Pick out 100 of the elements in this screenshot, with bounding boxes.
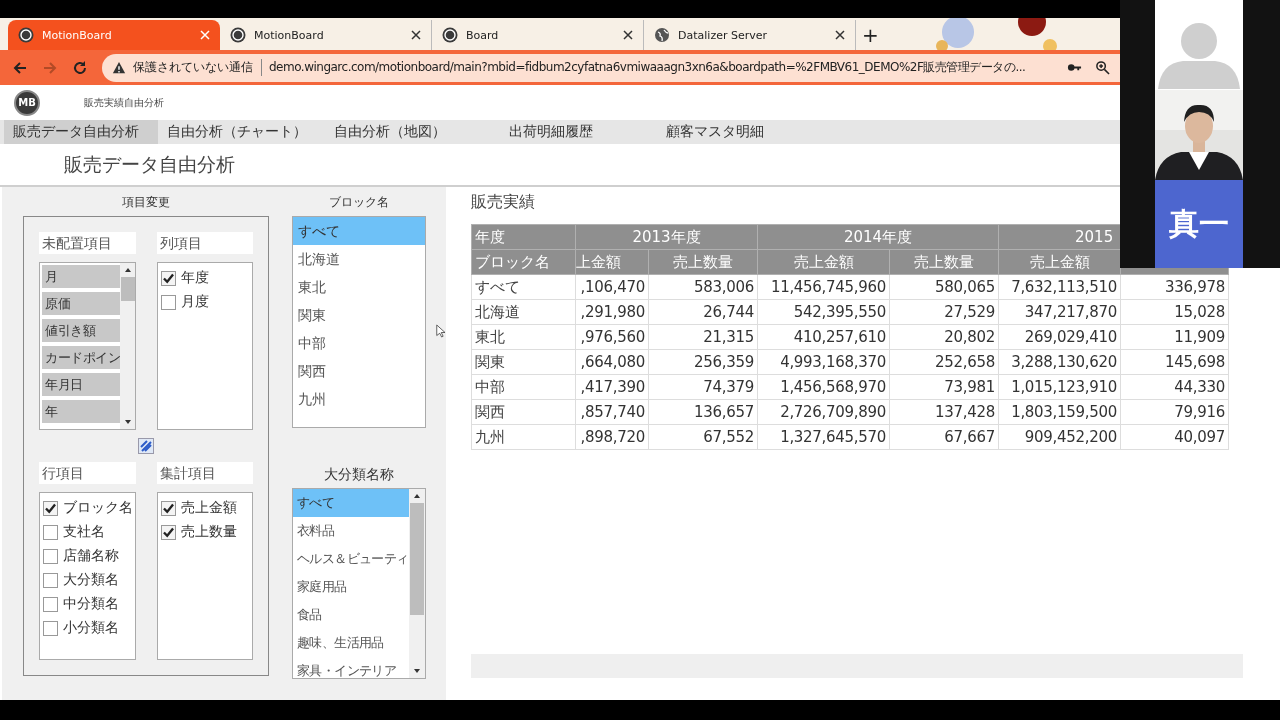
filter-item[interactable]: すべて [293,217,425,245]
filter-item[interactable]: すべて [293,489,409,517]
field-item[interactable]: 原価 [42,292,120,315]
table-cell: 145,698 [1120,349,1229,375]
filter-item[interactable]: 中部 [293,329,425,357]
field-item[interactable]: 年月日 [42,373,120,396]
checkbox[interactable] [43,500,58,516]
logo-icon [230,27,246,43]
header-cell: 売上金額 [757,249,890,275]
checkbox-label: 支社名 [63,523,105,541]
header-cell: ブロック名 [471,249,576,275]
scroll-down-icon[interactable] [413,667,421,675]
checkbox[interactable] [161,294,176,310]
panel-title: 項目変更 [121,194,171,211]
participant-name: 真一 [1155,180,1243,268]
menu-tab[interactable]: 自由分析（チャート） [158,120,325,144]
checkbox-label: 売上数量 [181,523,237,541]
table-cell: ,976,560 [575,324,649,350]
filter-item[interactable]: 家具・インテリア [293,657,409,685]
checkbox[interactable] [43,596,58,612]
warning-icon [112,60,126,75]
checkbox[interactable] [43,620,58,636]
checkbox[interactable] [161,500,176,516]
scroll-up-icon[interactable] [123,266,132,274]
url-text: demo.wingarc.com/motionboard/main?mbid=fidbum2cyfatna6vmiwaaagn3xn6a&boardpath=%2FMBV61_DEMO%2F販売管理データの... [269,59,1027,76]
checkbox-label: 年度 [181,269,209,287]
filter-item[interactable]: 関西 [293,357,425,385]
filter-item[interactable]: 北海道 [293,245,425,273]
menu-tab[interactable]: 自由分析（地図） [325,120,500,144]
checkbox[interactable] [161,270,176,286]
field-item[interactable]: 月 [42,265,120,288]
close-icon[interactable] [411,30,421,40]
field-item[interactable]: 値引き額 [42,319,120,342]
menu-tab[interactable]: 出荷明細履歴 [500,120,657,144]
table-cell: 347,217,870 [998,299,1121,325]
table-cell: 583,006 [648,274,758,300]
field-item[interactable]: カードポイン [42,346,120,369]
filter-item[interactable]: ヘルス＆ビューティ [293,545,409,573]
field-item[interactable]: 年 [42,400,120,423]
table-cell: 44,330 [1120,374,1229,400]
table-cell: ,664,080 [575,349,649,375]
table-cell: 542,395,550 [757,299,890,325]
filter-item[interactable]: 関東 [293,301,425,329]
checkbox-label: 売上金額 [181,499,237,517]
list-label: 未配置項目 [39,232,136,254]
filter-item[interactable]: 衣料品 [293,517,409,545]
checkbox[interactable] [43,524,58,540]
checkbox-label: 月度 [181,293,209,311]
checkbox[interactable] [43,572,58,588]
address-bar[interactable]: 保護されていない通信 demo.wingarc.com/motionboard/main?mbid=fidbum2cyfatna6vmiwaaagn3xn6a&boardpath=%2FMBV61_DEMO%2F販売管理データの... [102,53,1120,82]
table-cell: 136,657 [648,399,758,425]
scroll-down-icon[interactable] [123,418,132,426]
table-cell: すべて [471,274,576,300]
zoom-icon[interactable] [1095,60,1110,75]
table-cell: 336,978 [1120,274,1229,300]
menu-tab[interactable]: 顧客マスタ明細 [657,120,817,144]
scrollbar[interactable] [120,263,135,429]
table-cell: 40,097 [1120,424,1229,450]
scrollbar[interactable] [409,489,425,678]
header-cell: 2013年度 [575,224,758,250]
back-icon[interactable] [12,59,28,76]
checkbox[interactable] [43,548,58,564]
filter-title: ブロック名 [328,194,390,211]
swap-icon[interactable] [138,438,154,454]
checkbox-label: 大分類名 [63,571,119,589]
table-cell: 3,288,130,620 [998,349,1121,375]
app-logo: MB [14,89,40,116]
reload-icon[interactable] [72,59,88,76]
logo-icon [18,27,34,43]
table-cell: ,857,740 [575,399,649,425]
header-cell: 年度 [471,224,576,250]
menu-tab[interactable]: 販売データ自由分析 [4,120,158,144]
breadcrumb: 販売実績自由分析 [84,95,164,110]
table-cell: 73,981 [889,374,999,400]
close-icon[interactable] [623,30,633,40]
new-tab-button[interactable]: + [856,20,885,50]
list-label: 行項目 [39,462,136,484]
table-cell: 1,803,159,500 [998,399,1121,425]
scroll-thumb[interactable] [410,503,424,615]
filter-item[interactable]: 家庭用品 [293,573,409,601]
globe-icon [654,27,670,43]
header-cell: 売上数量 [889,249,999,275]
table-cell: 21,315 [648,324,758,350]
security-warning: 保護されていない通信 [133,59,262,76]
filter-item[interactable]: 食品 [293,601,409,629]
filter-item[interactable]: 趣味、生活用品 [293,629,409,657]
filter-item[interactable]: 九州 [293,385,425,413]
header-cell: 2014年度 [757,224,999,250]
table-cell: 関東 [471,349,576,375]
checkbox[interactable] [161,524,176,540]
list-label: 集計項目 [157,462,253,484]
filter-item[interactable]: 東北 [293,273,425,301]
report-title: 販売実績 [471,191,535,213]
table-cell: ,106,470 [575,274,649,300]
close-icon[interactable] [835,30,845,40]
table-cell: 137,428 [889,399,999,425]
scroll-up-icon[interactable] [413,492,421,500]
table-cell: 410,257,610 [757,324,890,350]
table-cell: 67,552 [648,424,758,450]
scroll-thumb[interactable] [120,277,135,301]
